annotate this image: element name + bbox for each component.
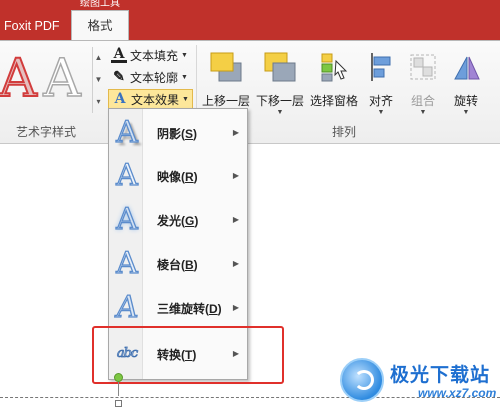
chevron-down-icon: ▼: [181, 51, 188, 59]
site-watermark: 极光下载站 www.xz7.com: [340, 356, 500, 408]
3d-rotation-effect-icon: A: [113, 289, 141, 325]
text-outline-button[interactable]: ✎ 文本轮廓 ▼: [108, 67, 191, 87]
wordart-styles-gallery[interactable]: A A: [0, 47, 92, 113]
selection-pane-button[interactable]: 选择窗格: [308, 45, 360, 119]
glow-effect-icon: A: [116, 201, 139, 237]
watermark-logo-icon: [340, 358, 384, 402]
title-bar: 绘图工具 Foxit PDF 格式: [0, 0, 500, 41]
wordart-group-label: 艺术字样式: [16, 125, 77, 139]
send-backward-icon: [263, 45, 297, 89]
scroll-up-icon[interactable]: ▲: [93, 47, 104, 69]
send-backward-button[interactable]: 下移一层 ▼: [255, 45, 305, 119]
shadow-effect-icon: A: [116, 114, 139, 150]
chevron-down-icon: ▼: [181, 73, 188, 81]
submenu-arrow-icon: ▶: [232, 215, 239, 224]
gallery-more-icon[interactable]: ▾: [93, 91, 104, 113]
bring-forward-icon: [209, 45, 243, 89]
group-icon: [408, 45, 438, 89]
submenu-arrow-icon: ▶: [232, 259, 239, 268]
chevron-down-icon: ▼: [182, 95, 189, 103]
text-effects-icon: A: [114, 91, 126, 107]
ribbon: A A ▲ ▼ ▾ A 文本填充 ▼ ✎ 文本轮廓 ▼ A 文本效果 ▼ 艺术字…: [0, 40, 500, 144]
menu-item-shadow[interactable]: A 阴影(S) ▶: [111, 112, 245, 154]
bevel-effect-icon: A: [116, 245, 139, 281]
wordart-style-red-preview[interactable]: A: [0, 48, 40, 110]
text-effects-button[interactable]: A 文本效果 ▼: [108, 89, 193, 109]
menu-item-bevel[interactable]: A 棱台(B) ▶: [111, 243, 245, 285]
chevron-down-icon: ▼: [419, 109, 427, 116]
tab-foxit-pdf[interactable]: Foxit PDF: [0, 12, 64, 40]
gallery-scroll[interactable]: ▲ ▼ ▾: [92, 47, 104, 113]
group-button[interactable]: 组合 ▼: [406, 45, 440, 119]
align-button[interactable]: 对齐 ▼: [364, 45, 398, 119]
chevron-down-icon: ▼: [462, 109, 470, 116]
chevron-down-icon: ▼: [276, 109, 284, 116]
rotation-handle-stem: [118, 382, 119, 396]
wordart-style-white-preview[interactable]: A: [40, 48, 84, 110]
align-icon: [366, 45, 396, 89]
scroll-down-icon[interactable]: ▼: [93, 69, 104, 91]
selection-pane-icon: [318, 45, 350, 89]
arrange-group-label: 排列: [332, 125, 357, 139]
text-fill-icon: A: [111, 47, 127, 63]
rotate-icon: [451, 45, 481, 89]
submenu-arrow-icon: ▶: [232, 171, 239, 180]
text-outline-icon: ✎: [113, 69, 125, 85]
rotation-handle[interactable]: [114, 373, 123, 382]
watermark-title: 极光下载站: [390, 364, 491, 386]
menu-item-reflection[interactable]: A 映像(R) ▶: [111, 155, 245, 197]
rotate-button[interactable]: 旋转 ▼: [449, 45, 483, 119]
text-fill-button[interactable]: A 文本填充 ▼: [108, 45, 191, 65]
context-group-label: 绘图工具: [80, 0, 120, 9]
watermark-url: www.xz7.com: [418, 386, 497, 400]
submenu-arrow-icon: ▶: [232, 128, 239, 137]
menu-item-glow[interactable]: A 发光(G) ▶: [111, 199, 245, 241]
resize-handle[interactable]: [115, 400, 122, 407]
reflection-effect-icon: A: [116, 157, 139, 193]
tab-format[interactable]: 格式: [71, 10, 129, 41]
chevron-down-icon: ▼: [377, 109, 385, 116]
menu-item-3d-rotation[interactable]: A 三维旋转(D) ▶: [111, 287, 245, 329]
submenu-arrow-icon: ▶: [232, 303, 239, 312]
